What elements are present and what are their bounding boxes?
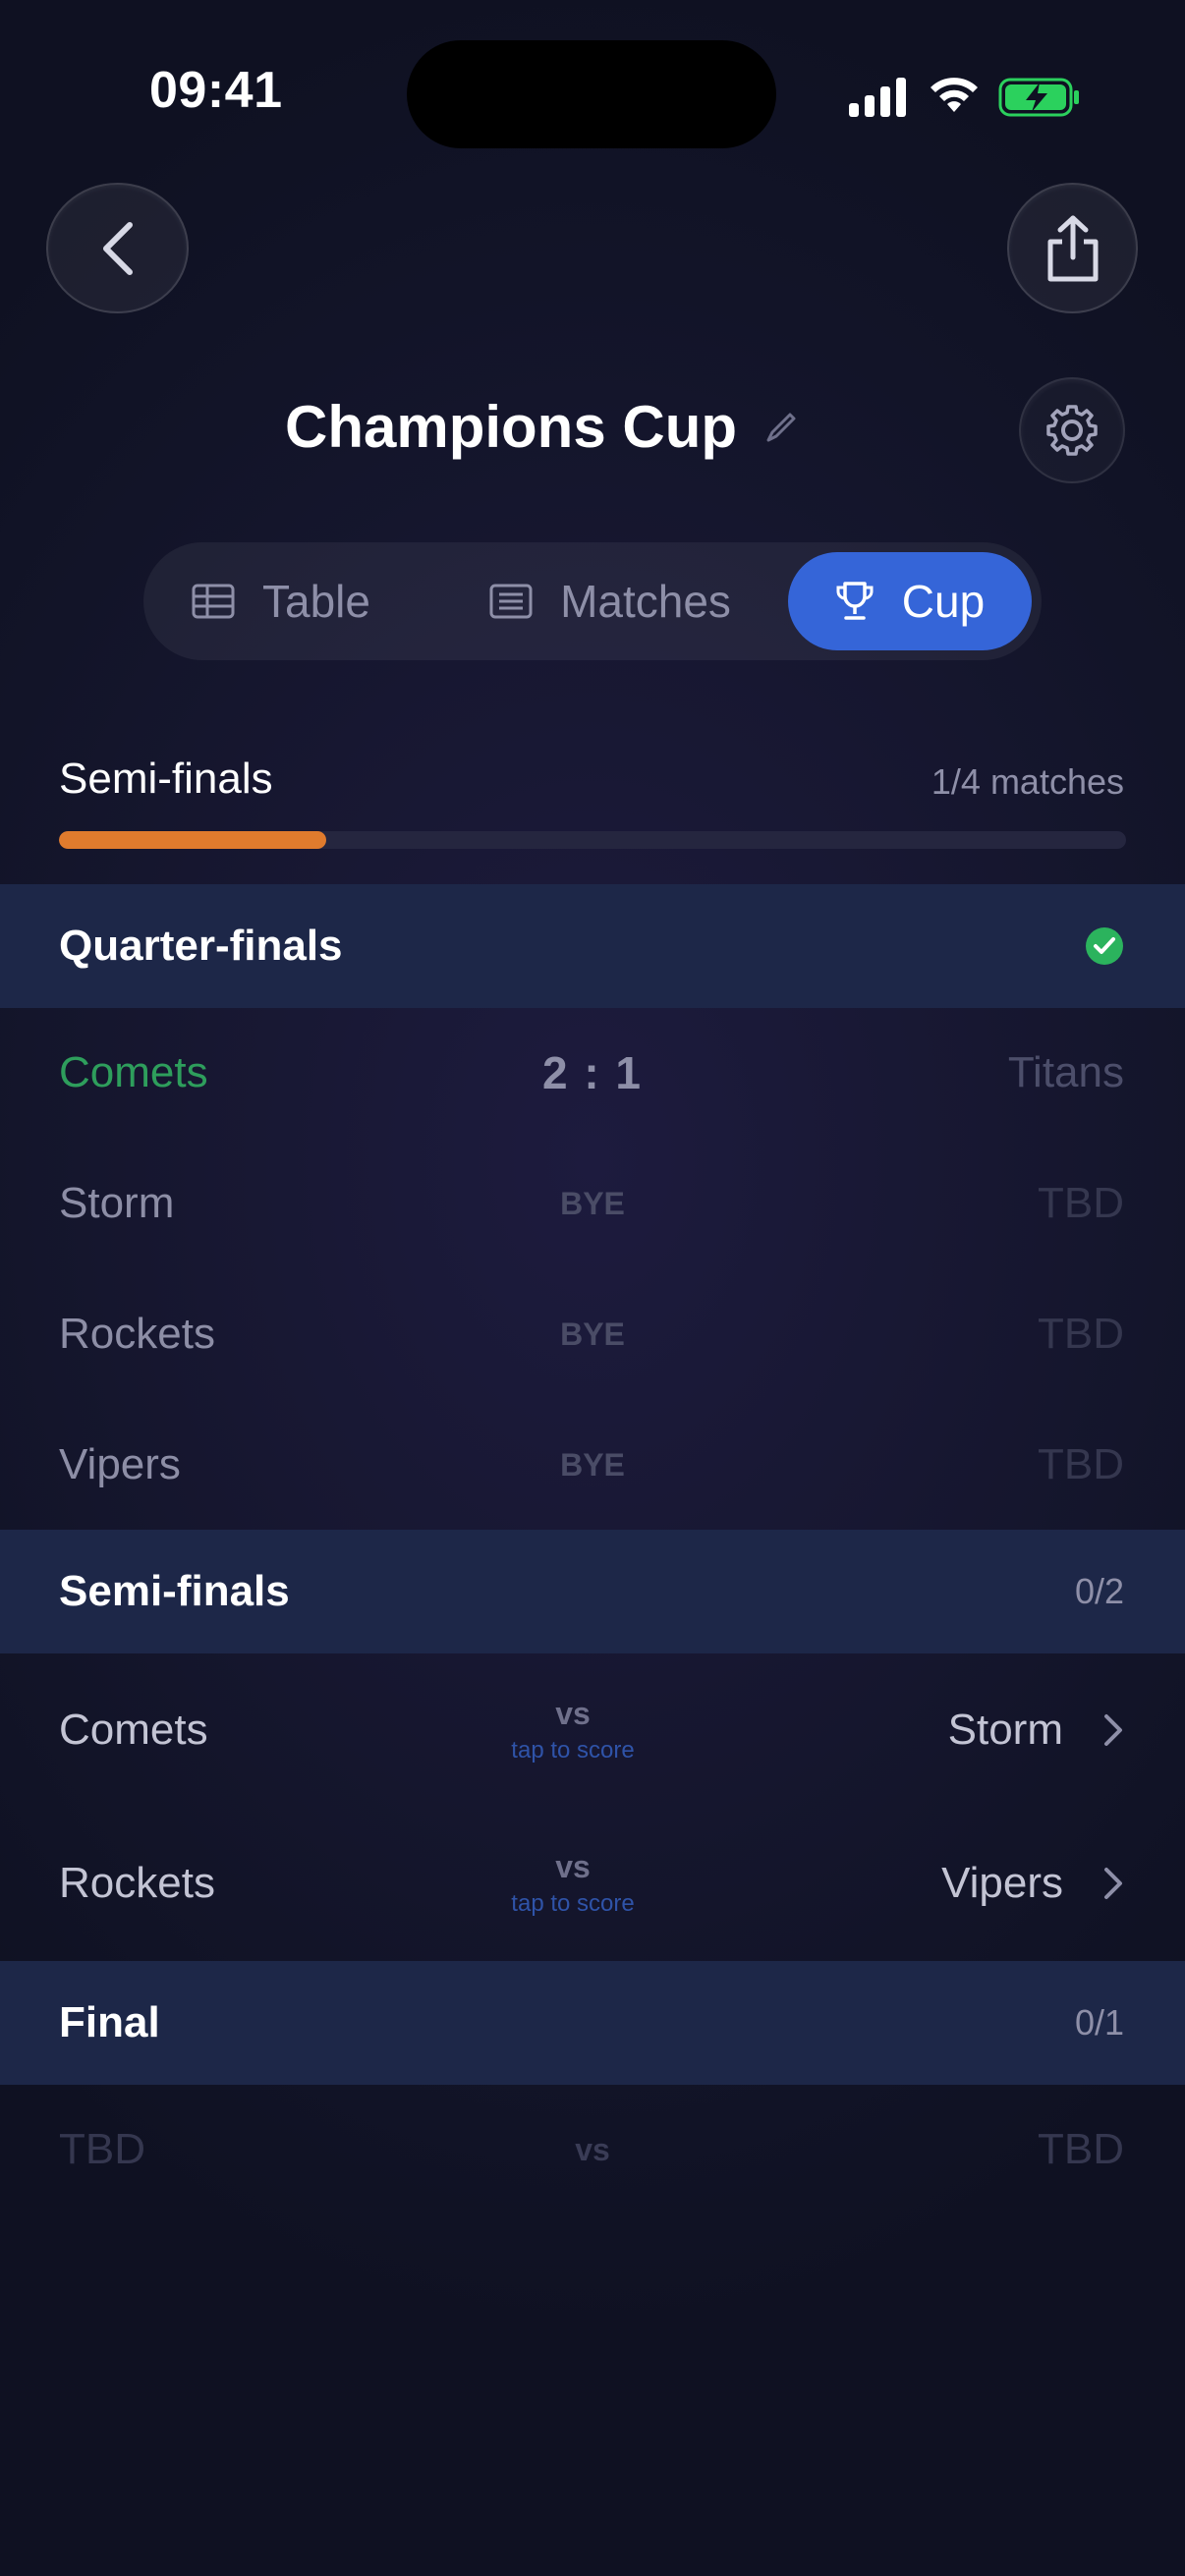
away-team-group: Storm	[948, 1653, 1124, 1807]
cellular-signal-icon	[849, 78, 906, 117]
dynamic-island	[407, 40, 776, 148]
round-name: Quarter-finals	[59, 922, 343, 970]
away-team: TBD	[1038, 1310, 1124, 1358]
round-count: 0/1	[1074, 2002, 1124, 2043]
match-row-tappable[interactable]: Rockets vs tap to score Vipers	[0, 1807, 1185, 1960]
progress-label: Semi-finals	[59, 755, 273, 803]
progress-bar-fill	[59, 831, 326, 849]
bye-label: BYE	[560, 1446, 625, 1483]
status-time: 09:41	[149, 62, 283, 119]
match-row: Rockets BYE TBD	[0, 1269, 1185, 1399]
chevron-right-icon	[1104, 1868, 1122, 1899]
tab-table[interactable]: Table	[183, 542, 379, 660]
check-circle-icon	[1086, 927, 1123, 965]
vs-label: vs	[555, 1849, 591, 1884]
list-icon	[489, 584, 533, 619]
page-title-group: Champions Cup	[285, 393, 798, 461]
match-row: TBD vs TBD	[0, 2085, 1185, 2214]
round-name: Semi-finals	[59, 1567, 290, 1615]
match-row: Comets 2 : 1 Titans	[0, 1008, 1185, 1138]
away-team-group: Vipers	[941, 1807, 1124, 1960]
view-segmented-control: Table Matches Cup	[143, 542, 1042, 660]
battery-icon	[998, 78, 1079, 117]
chevron-right-icon	[1104, 1714, 1122, 1746]
progress-count: 1/4 matches	[931, 761, 1124, 802]
round-header-final: Final 0/1	[0, 1961, 1185, 2085]
trophy-icon	[836, 582, 874, 620]
away-team: Storm	[947, 1706, 1063, 1754]
tap-to-score-hint: tap to score	[511, 1890, 635, 1917]
match-score: 2 : 1	[541, 1047, 644, 1098]
tab-table-label: Table	[262, 576, 370, 627]
page-title: Champions Cup	[285, 394, 737, 460]
round-header-semi-finals: Semi-finals 0/2	[0, 1530, 1185, 1653]
table-icon	[192, 584, 235, 619]
round-name: Final	[59, 1998, 160, 2046]
wifi-icon	[931, 78, 978, 112]
away-team: Titans	[1007, 1048, 1124, 1096]
match-row: Vipers BYE TBD	[0, 1400, 1185, 1530]
away-team: Vipers	[941, 1859, 1063, 1907]
bye-label: BYE	[560, 1316, 625, 1352]
tab-matches-label: Matches	[560, 576, 731, 627]
gear-icon	[1046, 405, 1098, 456]
share-button[interactable]	[1007, 183, 1138, 313]
share-icon	[1047, 215, 1098, 281]
match-row-tappable[interactable]: Comets vs tap to score Storm	[0, 1653, 1185, 1807]
bye-label: BYE	[560, 1185, 625, 1221]
away-team: TBD	[1038, 1179, 1124, 1227]
tab-matches[interactable]: Matches	[482, 542, 738, 660]
progress-bar	[59, 831, 1126, 849]
tab-cup[interactable]: Cup	[788, 552, 1032, 650]
tab-cup-label: Cup	[901, 576, 986, 627]
edit-pencil-icon[interactable]	[764, 411, 798, 444]
tap-to-score-hint: tap to score	[511, 1737, 635, 1764]
back-button[interactable]	[46, 183, 189, 313]
round-count: 0/2	[1074, 1571, 1124, 1611]
chevron-left-icon	[102, 221, 133, 275]
vs-label: vs	[575, 2132, 610, 2167]
settings-button[interactable]	[1019, 377, 1125, 483]
vs-label: vs	[555, 1696, 591, 1731]
away-team: TBD	[1038, 2125, 1124, 2173]
away-team: TBD	[1038, 1440, 1124, 1488]
match-row: Storm BYE TBD	[0, 1139, 1185, 1268]
round-header-quarter-finals: Quarter-finals	[0, 884, 1185, 1008]
